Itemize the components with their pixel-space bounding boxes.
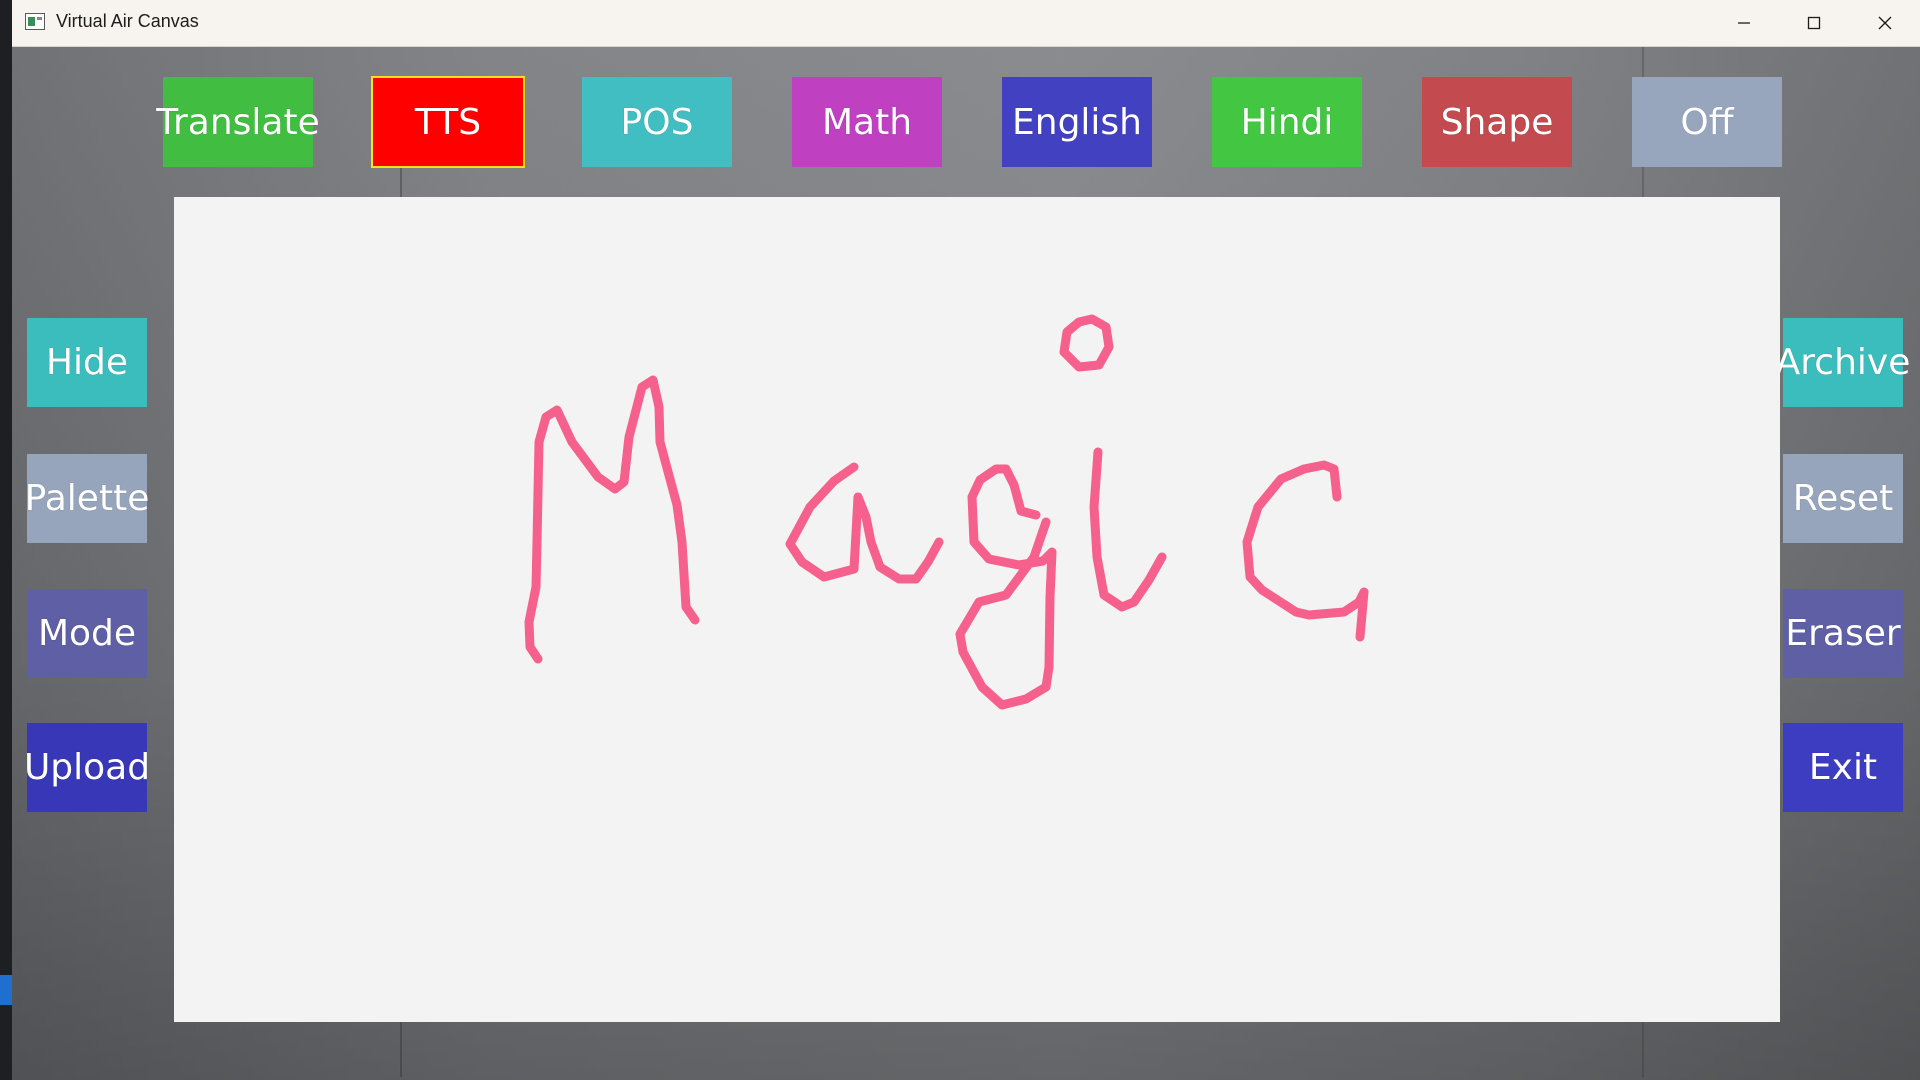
minimize-button[interactable]: [1709, 0, 1779, 46]
maximize-button[interactable]: [1779, 0, 1849, 46]
app-window: Virtual Air Canvas Translate TTS POS Mat…: [12, 0, 1920, 1080]
handwritten-drawing: [524, 314, 1369, 710]
stroke-m: [524, 375, 700, 664]
minimize-icon: [1738, 22, 1750, 24]
stroke-a: [785, 462, 944, 584]
taskbar-accent: [0, 975, 12, 1005]
stroke-g: [955, 464, 1057, 710]
drawing-canvas[interactable]: [174, 197, 1780, 1022]
math-button[interactable]: Math: [792, 77, 942, 167]
stroke-i: [1089, 447, 1167, 612]
maximize-icon: [1807, 16, 1821, 30]
hide-button[interactable]: Hide: [27, 318, 147, 407]
desktop-edge: [0, 0, 12, 1080]
off-button[interactable]: Off: [1632, 77, 1782, 167]
pos-button[interactable]: POS: [582, 77, 732, 167]
upload-button[interactable]: Upload: [24, 723, 150, 812]
eraser-button[interactable]: Eraser: [1783, 589, 1903, 678]
stroke-i-dot: [1059, 314, 1114, 372]
app-icon: [25, 13, 45, 30]
palette-button[interactable]: Palette: [25, 454, 149, 543]
close-icon: [1878, 16, 1892, 30]
archive-button[interactable]: Archive: [1776, 318, 1910, 407]
shape-button[interactable]: Shape: [1422, 77, 1572, 167]
hindi-button[interactable]: Hindi: [1212, 77, 1362, 167]
reset-button[interactable]: Reset: [1783, 454, 1903, 543]
close-button[interactable]: [1850, 0, 1920, 46]
title-bar[interactable]: Virtual Air Canvas: [12, 0, 1920, 47]
english-button[interactable]: English: [1002, 77, 1152, 167]
window-title: Virtual Air Canvas: [56, 11, 199, 31]
tts-button[interactable]: TTS: [371, 76, 525, 168]
mode-button[interactable]: Mode: [27, 589, 147, 678]
stroke-c: [1242, 460, 1369, 642]
translate-button[interactable]: Translate: [156, 77, 320, 167]
exit-button[interactable]: Exit: [1783, 723, 1903, 812]
